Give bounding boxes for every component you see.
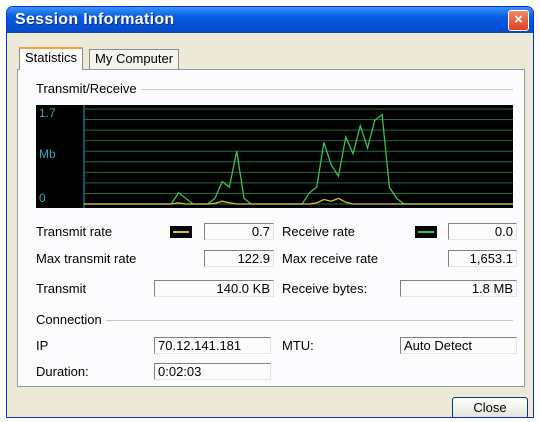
transmit-bytes-label: Transmit [36, 281, 87, 296]
ip-field: 70.12.141.181 [154, 337, 271, 354]
receive-bytes-field: 1.8 MB [400, 280, 517, 297]
title-bar[interactable]: Session Information × [7, 7, 533, 33]
transmit-rate-field: 0.7 [204, 223, 274, 240]
graph-axis-unit: Mb [39, 147, 56, 161]
mtu-field: Auto Detect [400, 337, 517, 354]
window-title: Session Information [15, 11, 175, 28]
transmit-series-line [84, 197, 513, 205]
duration-label: Duration: [36, 364, 89, 379]
max-receive-rate-label: Max receive rate [282, 251, 379, 266]
connection-group-label: Connection [36, 312, 106, 327]
graph-axis-min: 0 [39, 191, 46, 205]
receive-rate-label: Receive rate [282, 224, 355, 239]
graph-canvas [83, 105, 513, 208]
transmit-rate-label: Transmit rate [36, 224, 113, 239]
receive-rate-field: 0.0 [448, 223, 517, 240]
close-button[interactable]: Close [452, 397, 528, 417]
transmit-receive-group-label: Transmit/Receive [36, 81, 141, 96]
mtu-label: MTU: [282, 338, 314, 353]
transmit-bytes-field: 140.0 KB [154, 280, 274, 297]
statistics-panel: Transmit/Receive 1.7 Mb 0 Transmit rate … [17, 69, 525, 387]
max-transmit-rate-field: 122.9 [204, 250, 274, 267]
ip-label: IP [36, 338, 49, 353]
max-receive-rate-field: 1,653.1 [448, 250, 517, 267]
receive-bytes-label: Receive bytes: [282, 281, 368, 296]
duration-field: 0:02:03 [154, 363, 271, 380]
max-transmit-rate-label: Max transmit rate [36, 251, 137, 266]
graph-axis-max: 1.7 [39, 106, 56, 120]
tab-statistics[interactable]: Statistics [19, 47, 84, 70]
tab-my-computer[interactable]: My Computer [89, 49, 180, 69]
session-information-window: Session Information × Statistics My Comp… [6, 6, 534, 418]
close-window-button[interactable]: × [508, 10, 529, 31]
receive-series-line [84, 113, 513, 205]
receive-color-swatch [415, 226, 437, 238]
transmit-color-swatch [170, 226, 192, 238]
transmit-receive-graph: 1.7 Mb 0 [36, 105, 513, 208]
connection-divider [36, 320, 513, 321]
